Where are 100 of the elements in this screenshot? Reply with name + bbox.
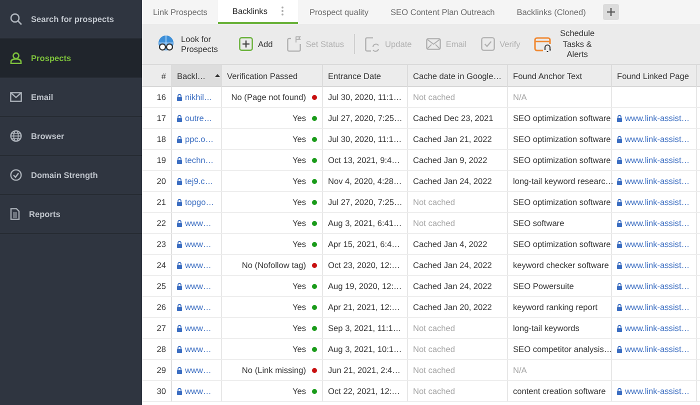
entrance-date: Oct 13, 2021, 9:4… — [328, 155, 400, 165]
verification-status: Yes — [292, 302, 306, 312]
backlink-link[interactable]: topgo… — [177, 197, 214, 207]
backlink-link[interactable]: techn… — [177, 155, 214, 165]
linked-page-link[interactable]: www.link-assist… — [617, 281, 690, 291]
linked-page-link[interactable]: www.link-assist… — [617, 155, 690, 165]
lock-icon — [177, 240, 182, 248]
anchor-text: SEO optimization software — [513, 113, 611, 123]
document-icon — [10, 208, 20, 220]
backlink-link[interactable]: tej9.c… — [177, 176, 214, 186]
verification-status: Yes — [292, 344, 306, 354]
backlink-link[interactable]: www… — [177, 323, 212, 333]
linked-page-link[interactable]: www.link-assist… — [617, 323, 690, 333]
entrance-date: Jul 30, 2020, 11:1… — [328, 92, 402, 102]
verification-status: Yes — [292, 281, 306, 291]
cache-date: Cached Jan 20, 2022 — [413, 302, 492, 312]
entrance-date: Sep 3, 2021, 11:1… — [328, 323, 402, 333]
toolbar-button[interactable]: Look for Prospects — [156, 34, 225, 54]
backlink-link[interactable]: www… — [177, 281, 212, 291]
backlink-link[interactable]: www… — [177, 302, 212, 312]
anchor-text: SEO optimization software — [513, 134, 611, 144]
column-header[interactable]: Backl… — [172, 65, 222, 87]
row-number: 30 — [156, 386, 166, 396]
lock-icon — [177, 262, 182, 268]
column-header[interactable]: Entrance Date — [323, 65, 408, 87]
tab[interactable]: Prospect quality — [298, 0, 380, 24]
column-header[interactable]: # — [142, 65, 172, 87]
backlink-link[interactable]: outre… — [177, 113, 212, 123]
entrance-date: Jul 30, 2020, 11:1… — [328, 134, 402, 144]
add-tab-button[interactable] — [602, 4, 619, 20]
lock-icon — [177, 366, 182, 374]
linked-page-link[interactable]: www.link-assist… — [617, 239, 690, 249]
linked-page-link[interactable]: www.link-assist… — [617, 134, 690, 144]
linked-page-link[interactable]: www.link-assist… — [617, 344, 690, 354]
linked-page-link[interactable]: www.link-assist… — [617, 218, 690, 228]
plus-icon — [606, 8, 615, 16]
backlink-link[interactable]: www… — [177, 260, 212, 270]
anchor-text: N/A — [513, 365, 527, 375]
cache-date: Cached Jan 24, 2022 — [413, 260, 492, 270]
person-icon — [10, 52, 22, 64]
verification-status: Yes — [292, 176, 306, 186]
backlink-link[interactable]: www… — [177, 344, 212, 354]
flag-box-icon — [286, 36, 301, 52]
entrance-date: Apr 21, 2021, 12:… — [328, 302, 400, 312]
cache-date: Cached Jan 4, 2022 — [413, 239, 488, 249]
linked-page-link[interactable]: www.link-assist… — [617, 197, 690, 207]
lock-icon — [617, 304, 622, 310]
linked-page-link[interactable]: www.link-assist… — [617, 176, 690, 186]
backlink-link[interactable]: www… — [177, 239, 212, 249]
verification-status: Yes — [292, 155, 306, 165]
lock-icon — [177, 94, 182, 100]
tab[interactable]: Link Prospects — [142, 0, 218, 24]
row-number: 28 — [156, 344, 166, 354]
column-header[interactable]: Found Linked Page — [612, 65, 697, 87]
tab[interactable]: SEO Content Plan Outreach — [380, 0, 506, 24]
linked-page-link[interactable]: www.link-assist… — [617, 260, 690, 270]
backlink-link[interactable]: ppc.o… — [177, 134, 214, 144]
lock-icon — [617, 324, 622, 332]
lock-icon — [177, 198, 182, 206]
tab[interactable]: Backlinks (Cloned) — [506, 0, 597, 24]
plus-box-icon — [239, 37, 253, 51]
cache-date: Not cached — [413, 323, 455, 333]
verification-status: Yes — [292, 323, 306, 333]
sidebar-item[interactable]: Prospects — [0, 39, 142, 78]
cache-date: Cached Jan 9, 2022 — [413, 155, 488, 165]
cache-date: Not cached — [413, 218, 455, 228]
anchor-text: content creation software — [513, 386, 606, 396]
column-header[interactable]: Found Anchor Text — [508, 65, 612, 87]
lock-icon — [177, 304, 182, 310]
column-header[interactable]: Verification Passed — [222, 65, 323, 87]
row-number: 22 — [156, 218, 166, 228]
column-header[interactable]: Cache date in Google… — [408, 65, 508, 87]
sort-arrow-icon — [214, 74, 220, 77]
row-number: 21 — [156, 197, 166, 207]
backlink-link[interactable]: www… — [177, 386, 212, 396]
cache-date: Not cached — [413, 344, 455, 354]
row-number: 24 — [156, 260, 166, 270]
cache-date: Not cached — [413, 197, 455, 207]
backlink-link[interactable]: www… — [177, 218, 212, 228]
verification-status: Yes — [292, 239, 306, 249]
row-number: 18 — [156, 134, 166, 144]
entrance-date: Aug 3, 2021, 10:1… — [328, 344, 402, 354]
toolbar-button[interactable]: Add — [239, 37, 273, 51]
row-number: 27 — [156, 323, 166, 333]
toolbar-button[interactable]: Schedule Tasks & Alerts — [534, 28, 598, 60]
verification-status: Yes — [292, 197, 306, 207]
tab[interactable]: Backlinks — [218, 0, 298, 24]
lock-icon — [617, 198, 622, 206]
backlink-link[interactable]: www… — [177, 365, 212, 375]
linked-page-link[interactable]: www.link-assist… — [617, 386, 690, 396]
envelope-icon — [10, 92, 22, 102]
cache-date: Not cached — [413, 365, 455, 375]
checkbox-icon — [480, 37, 495, 51]
cache-date: Cached Jan 24, 2022 — [413, 281, 492, 291]
lock-icon — [177, 282, 182, 290]
linked-page-link[interactable]: www.link-assist… — [617, 302, 690, 312]
search-icon — [10, 13, 22, 25]
linked-page-link[interactable]: www.link-assist… — [617, 113, 690, 123]
anchor-text: SEO optimization software — [513, 239, 611, 249]
backlink-link[interactable]: nikhil… — [177, 92, 212, 102]
